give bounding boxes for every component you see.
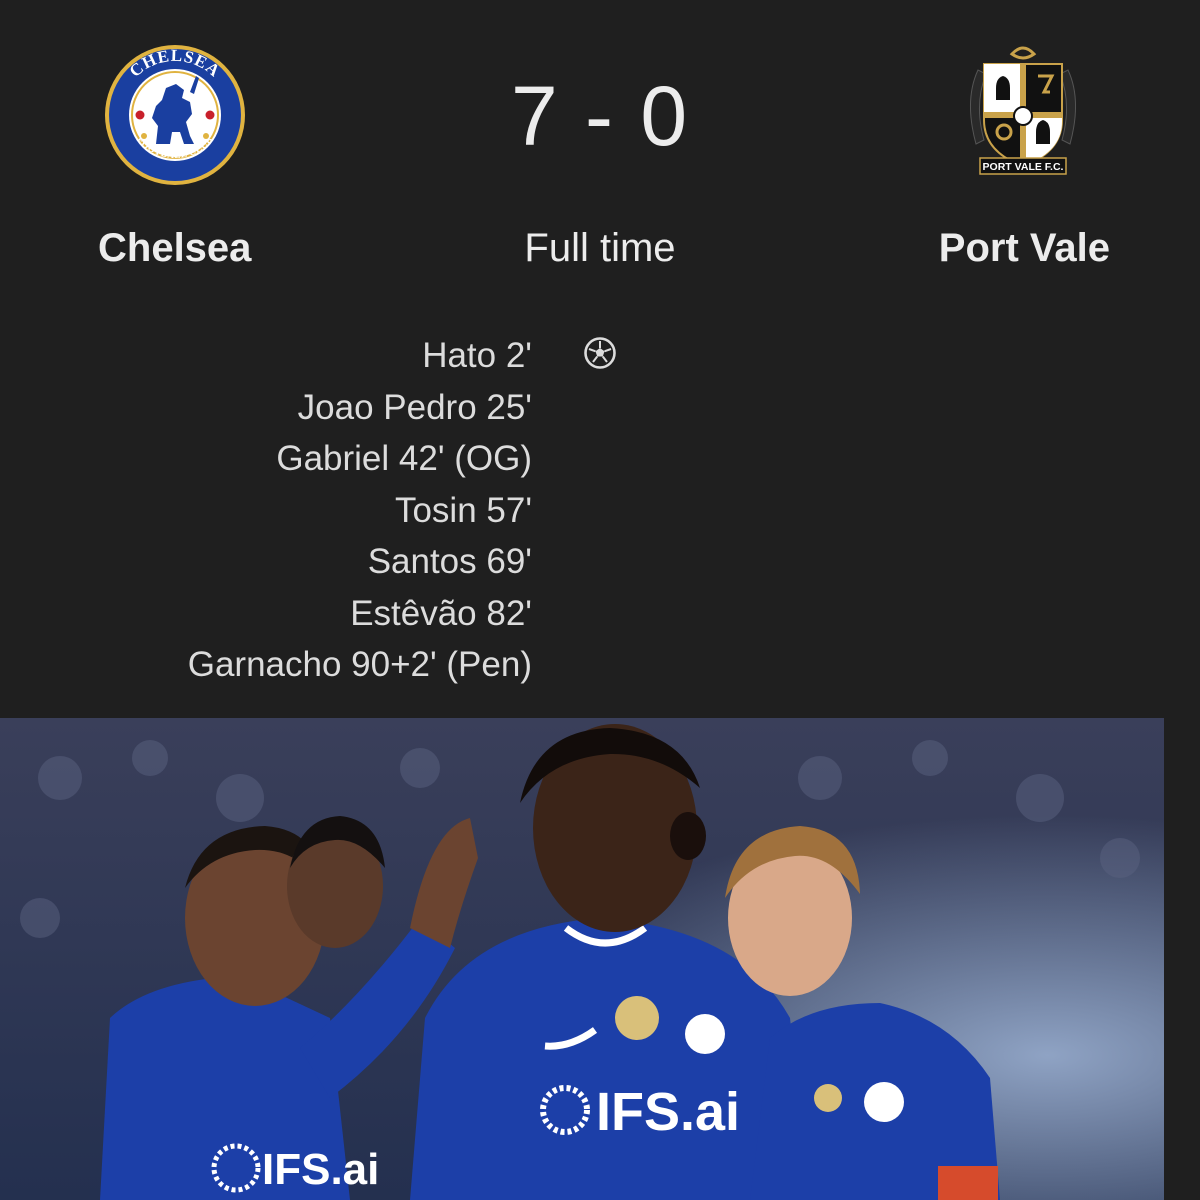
home-goal-scorers: Hato 2' Joao Pedro 25' Gabriel 42' (OG) … bbox=[188, 330, 532, 691]
goal-scorer: Estêvão 82' bbox=[350, 593, 532, 633]
chelsea-crest-icon: CHELSEA FOOTBALL CLUB bbox=[105, 45, 245, 185]
sponsor-logo: IFS.ai bbox=[596, 1082, 740, 1142]
goal-scorer: Hato 2' bbox=[422, 336, 532, 375]
football-icon bbox=[584, 337, 616, 369]
goal-scorer: Santos 69' bbox=[367, 542, 532, 581]
home-team-name: Chelsea bbox=[98, 226, 252, 270]
port-vale-crest-text: PORT VALE F.C. bbox=[983, 161, 1064, 173]
photo-edge-strip bbox=[1164, 718, 1200, 1200]
match-score: 7 - 0 bbox=[510, 69, 690, 163]
match-photo: IFS.ai IFS.ai bbox=[0, 718, 1164, 1200]
goal-scorer: Tosin 57' bbox=[394, 490, 532, 530]
port-vale-crest-icon: PORT VALE F.C. bbox=[969, 46, 1077, 175]
match-status: Full time bbox=[524, 226, 676, 270]
sponsor-logo-left: IFS.ai bbox=[262, 1145, 379, 1194]
goal-scorer: Garnacho 90+2' (Pen) bbox=[187, 645, 532, 684]
match-scoreboard: CHELSEA FOOTBALL CLUB 7 - 0 PORT VALE F.… bbox=[0, 0, 1200, 718]
away-team-name: Port Vale bbox=[938, 226, 1110, 270]
goal-scorer: Joao Pedro 25' bbox=[297, 387, 532, 427]
goal-scorer: Gabriel 42' (OG) bbox=[276, 439, 532, 478]
